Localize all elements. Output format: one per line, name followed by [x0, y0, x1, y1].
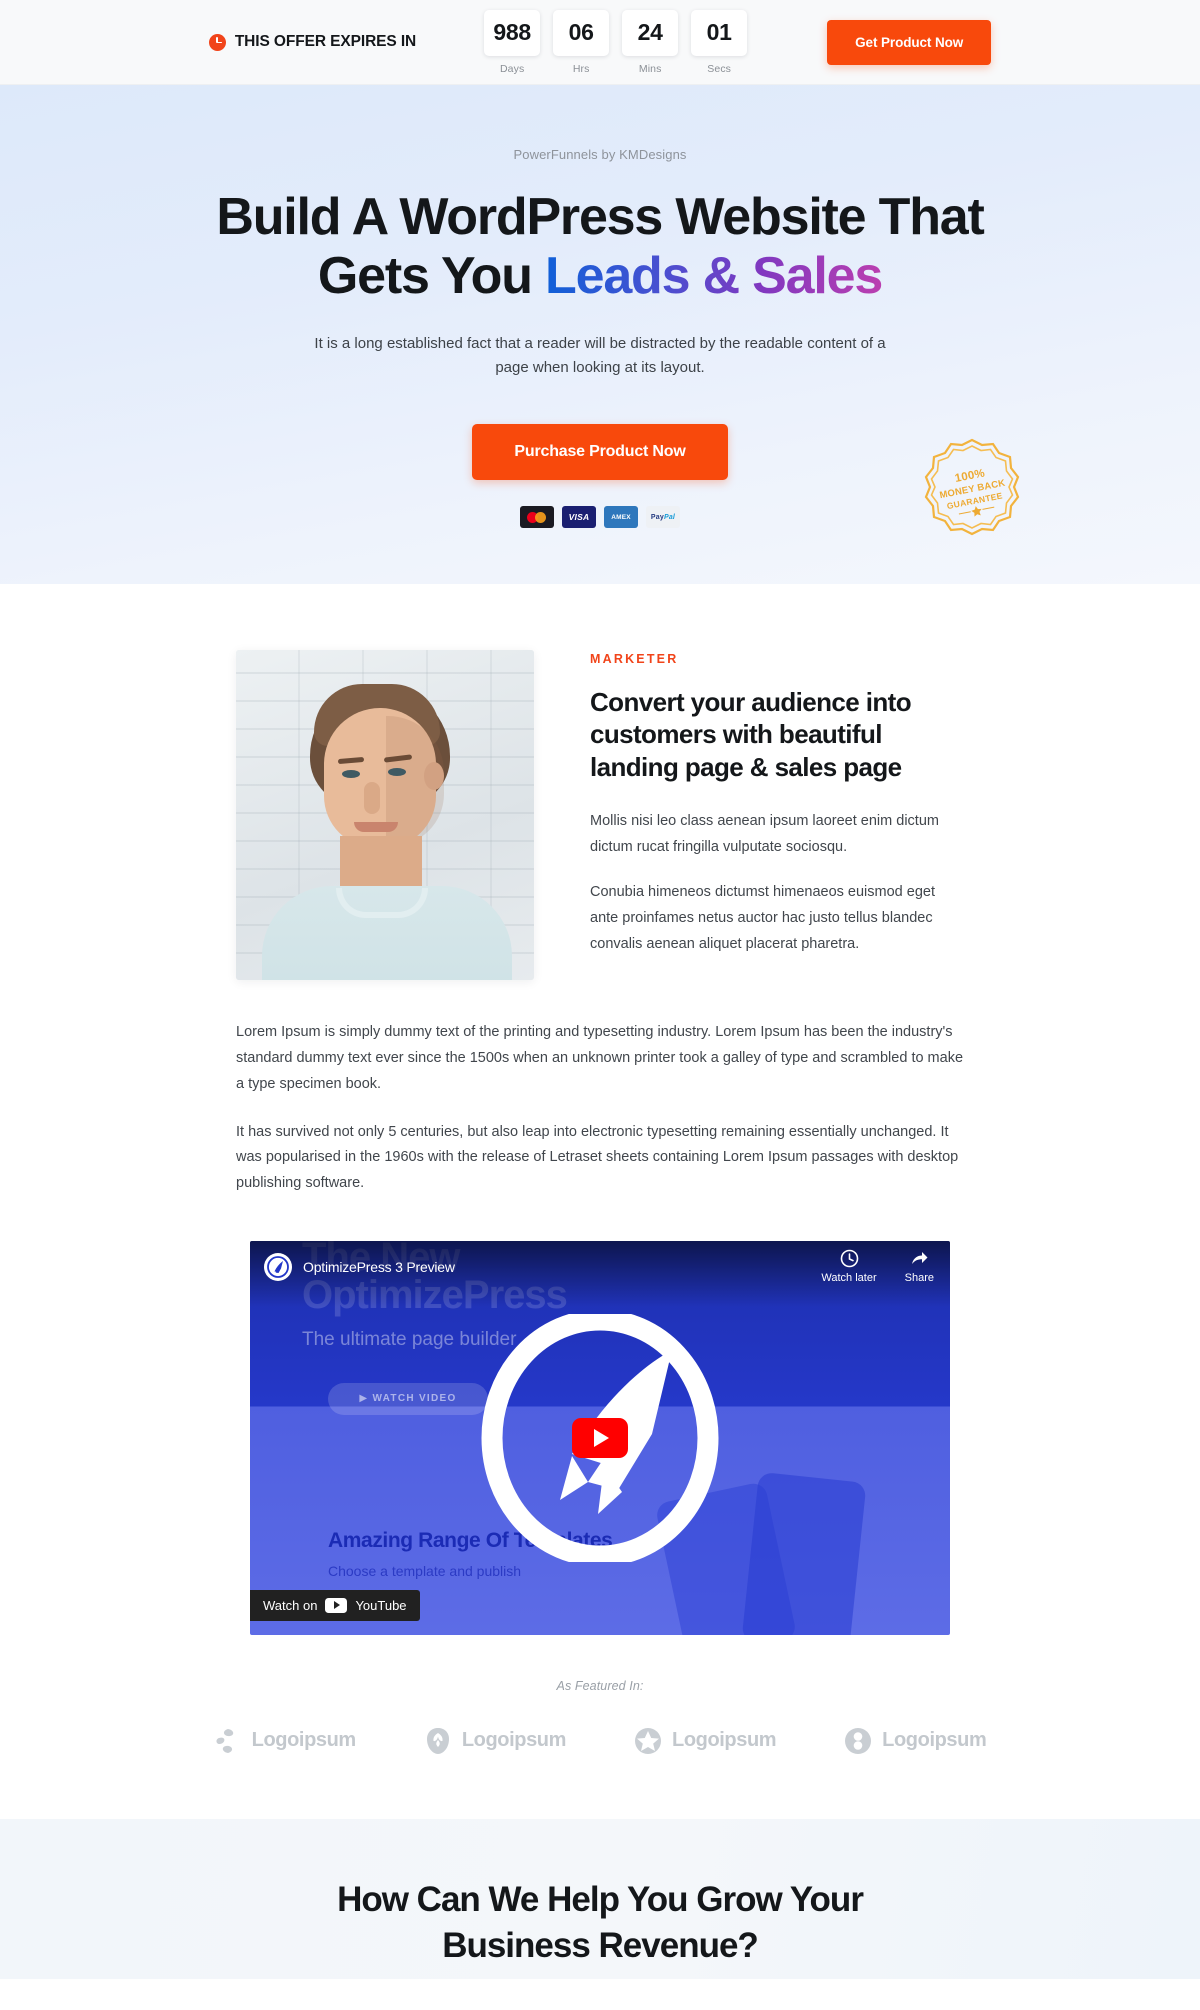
featured-logo-3-text: Logoipsum	[672, 1729, 777, 1752]
grow-container: How Can We Help You Grow Your Business R…	[0, 1877, 1200, 1969]
marketer-kicker: MARKETER	[590, 652, 679, 667]
get-product-now-button[interactable]: Get Product Now	[827, 19, 992, 65]
hero-headline-line2-plain: Gets You	[317, 247, 546, 306]
clock-icon	[208, 33, 226, 51]
grow-heading-line1: How Can We Help You Grow Your	[337, 1879, 864, 1919]
star-circle-icon	[634, 1727, 662, 1755]
as-featured-in: As Featured In: Logoipsum Logoipsum Logo…	[216, 1678, 987, 1819]
offer-expires-label: THIS OFFER EXPIRES IN	[208, 33, 417, 51]
hero-headline-line1: Build A WordPress Website That	[216, 188, 984, 246]
featured-logo-3: Logoipsum	[634, 1727, 777, 1755]
flower-shield-icon	[424, 1727, 452, 1755]
topbar-inner: THIS OFFER EXPIRES IN 988 Days 06 Hrs 24…	[0, 9, 1200, 75]
countdown-label-hrs: Hrs	[572, 62, 590, 75]
countdown-value-mins: 24	[622, 9, 679, 56]
youtube-video-player[interactable]: The New OptimizePress The ultimate page …	[250, 1240, 950, 1635]
countdown-label-secs: Secs	[707, 62, 732, 75]
video-overlay-watch-label: WATCH VIDEO	[372, 1393, 457, 1405]
video-overlay-watch-button: ▶ WATCH VIDEO	[328, 1382, 488, 1415]
video-channel-title: OptimizePress 3 Preview	[303, 1258, 455, 1275]
watch-on-label: Watch on	[263, 1597, 318, 1613]
marketer-content: MARKETER Convert your audience into cust…	[216, 650, 987, 1819]
countdown-value-hrs: 06	[553, 9, 610, 56]
watch-on-youtube-button[interactable]: Watch on YouTube	[250, 1589, 420, 1621]
featured-logo-2-text: Logoipsum	[461, 1729, 567, 1752]
grow-heading: How Can We Help You Grow Your Business R…	[0, 1877, 1200, 1969]
marketer-paragraph-1: Mollis nisi leo class aenean ipsum laore…	[590, 812, 939, 855]
body-paragraph-2: It has survived not only 5 centuries, bu…	[236, 1123, 959, 1192]
offer-expires-text: THIS OFFER EXPIRES IN	[234, 33, 417, 50]
countdown-cell-hrs: 06 Hrs	[553, 9, 610, 75]
countdown-topbar: THIS OFFER EXPIRES IN 988 Days 06 Hrs 24…	[0, 0, 1200, 85]
youtube-play-icon	[325, 1597, 348, 1613]
hero-section: PowerFunnels by KMDesigns Build A WordPr…	[0, 85, 1200, 585]
featured-logo-4: Logoipsum	[844, 1727, 987, 1755]
hero-eyebrow: PowerFunnels by KMDesigns	[513, 147, 687, 162]
hero-headline: Build A WordPress Website That Gets You …	[0, 188, 1200, 307]
portrait-photo	[236, 650, 534, 981]
featured-logo-4-text: Logoipsum	[882, 1729, 987, 1752]
marketer-heading: Convert your audience into customers wit…	[590, 687, 912, 782]
watch-later-button[interactable]: Watch later	[821, 1249, 877, 1284]
hero-headline-gradient: Leads & Sales	[545, 247, 883, 306]
logo-row: Logoipsum Logoipsum Logoipsum Logoipsum	[216, 1727, 987, 1755]
phone-mockup-2	[741, 1471, 867, 1635]
share-label: Share	[904, 1271, 934, 1284]
marketer-split: MARKETER Convert your audience into cust…	[236, 650, 964, 981]
grow-heading-line2: Business Revenue?	[442, 1926, 759, 1966]
marketer-paragraph-2: Conubia himeneos dictumst himenaeos euis…	[590, 884, 935, 953]
marketer-section: MARKETER Convert your audience into cust…	[0, 584, 1200, 1819]
marketer-copy: MARKETER Convert your audience into cust…	[590, 650, 964, 958]
infinity-circle-icon	[844, 1727, 872, 1755]
video-channel[interactable]: OptimizePress 3 Preview	[264, 1252, 455, 1281]
as-featured-in-label: As Featured In:	[556, 1678, 644, 1693]
countdown-label-days: Days	[499, 62, 525, 75]
countdown-timer: 988 Days 06 Hrs 24 Mins 01 Secs	[484, 9, 748, 75]
featured-logo-1: Logoipsum	[214, 1727, 356, 1755]
featured-logo-1-text: Logoipsum	[251, 1729, 357, 1752]
grow-revenue-section: How Can We Help You Grow Your Business R…	[0, 1818, 1200, 1979]
video-overlay-subheading: Choose a template and publish	[328, 1562, 522, 1579]
paypal-icon: Pay Pal	[646, 506, 680, 529]
countdown-label-mins: Mins	[638, 62, 662, 75]
amex-icon: AMEX	[604, 506, 638, 529]
countdown-value-days: 988	[484, 9, 541, 56]
watch-later-label: Watch later	[821, 1271, 877, 1284]
visa-icon: VISA	[562, 506, 596, 529]
countdown-value-secs: 01	[691, 9, 748, 56]
video-actions: Watch later Share	[821, 1249, 934, 1284]
countdown-cell-secs: 01 Secs	[691, 9, 748, 75]
featured-logo-2: Logoipsum	[424, 1727, 566, 1755]
countdown-cell-mins: 24 Mins	[622, 9, 679, 75]
body-paragraph-1: Lorem Ipsum is simply dummy text of the …	[236, 1024, 964, 1092]
body-copy: Lorem Ipsum is simply dummy text of the …	[236, 1020, 964, 1197]
video-wrapper: The New OptimizePress The ultimate page …	[250, 1240, 950, 1635]
youtube-label: YouTube	[355, 1597, 407, 1613]
mastercard-icon	[520, 506, 554, 529]
countdown-cell-days: 988 Days	[484, 9, 541, 75]
play-button[interactable]	[572, 1417, 628, 1458]
share-button[interactable]: Share	[905, 1249, 934, 1284]
channel-avatar-icon	[264, 1252, 292, 1281]
leaf-swirl-icon	[214, 1727, 242, 1755]
hero-subtext: It is a long established fact that a rea…	[314, 334, 886, 376]
money-back-guarantee-badge: 100% MONEY BACK GUARANTEE	[922, 437, 1022, 537]
purchase-product-now-button[interactable]: Purchase Product Now	[472, 424, 728, 481]
hero-container: PowerFunnels by KMDesigns Build A WordPr…	[0, 147, 1200, 536]
